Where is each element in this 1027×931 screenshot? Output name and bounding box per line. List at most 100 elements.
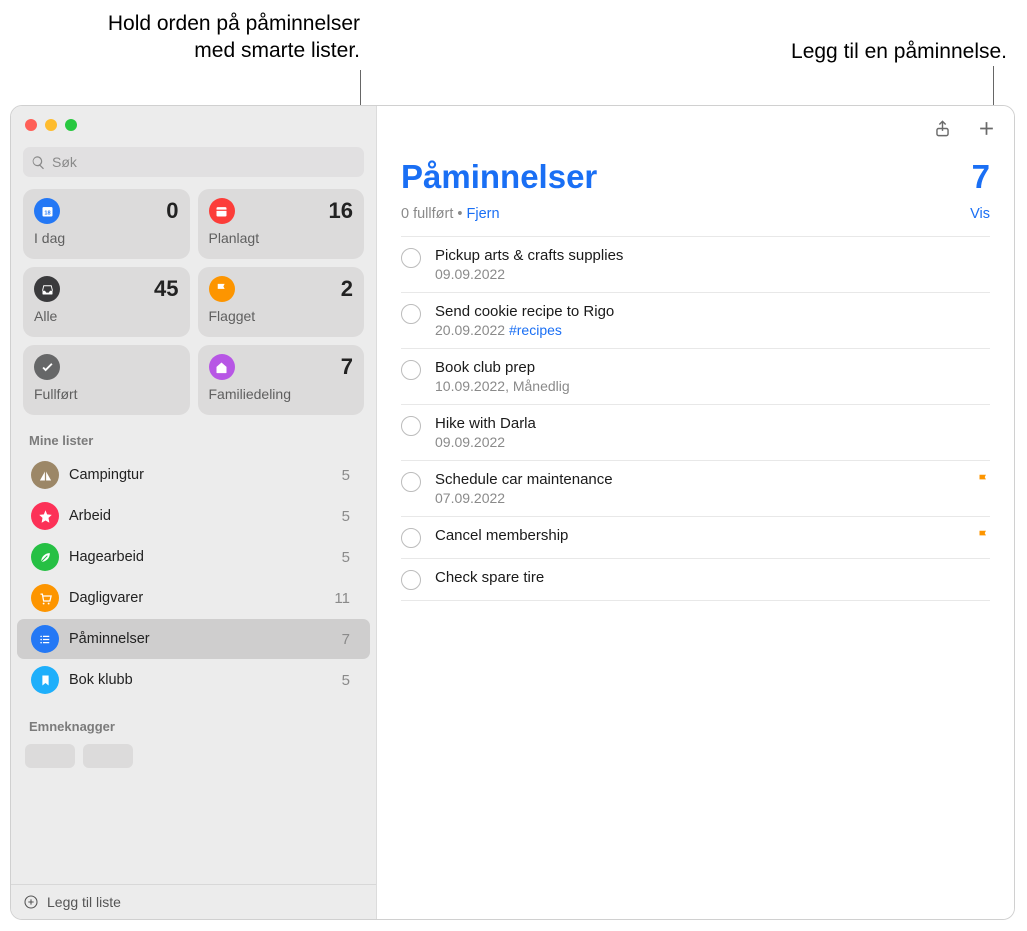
app-window: Søk 18 0 I dag 16 Planlagt 45Alle2Flagget Full…: [10, 105, 1015, 920]
section-tags: Emneknagger: [11, 701, 376, 740]
fullscreen-button[interactable]: [65, 119, 77, 131]
smart-card-fullført[interactable]: Fullført: [23, 345, 190, 415]
calendar-icon: [209, 198, 235, 224]
reminder-meta: 07.09.2022: [435, 490, 962, 506]
smart-count: 16: [329, 198, 353, 224]
sidebar-list-hagearbeid[interactable]: Hagearbeid5: [17, 537, 370, 577]
smart-count: 2: [341, 276, 353, 302]
share-icon: [933, 119, 952, 138]
toolbar: [377, 106, 1014, 144]
reminder-tag[interactable]: #recipes: [509, 322, 562, 338]
reminder-title: Hike with Darla: [435, 415, 990, 432]
reminder-title: Book club prep: [435, 359, 990, 376]
smart-label: I dag: [34, 230, 179, 246]
smart-card-i-dag[interactable]: 18 0 I dag: [23, 189, 190, 259]
smart-lists-grid: 18 0 I dag 16 Planlagt 45Alle2Flagget Fullført…: [11, 189, 376, 415]
flag-icon: [209, 276, 235, 302]
sidebar: Søk 18 0 I dag 16 Planlagt 45Alle2Flagget Full…: [11, 106, 377, 919]
add-list-label: Legg til liste: [47, 894, 121, 910]
search-input[interactable]: Søk: [23, 147, 364, 177]
callout-add-reminder: Legg til en påminnelse.: [791, 38, 1007, 65]
svg-text:18: 18: [44, 210, 50, 216]
reminder-title: Pickup arts & crafts supplies: [435, 247, 990, 264]
reminder-row[interactable]: Check spare tire: [401, 559, 990, 601]
flag-icon: [976, 471, 990, 491]
reminder-row[interactable]: Send cookie recipe to Rigo 20.09.2022 #re…: [401, 293, 990, 349]
close-button[interactable]: [25, 119, 37, 131]
complete-toggle[interactable]: [401, 416, 421, 436]
my-lists: Campingtur5Arbeid5Hagearbeid5Dagligvarer…: [11, 454, 376, 701]
plus-icon: [977, 119, 996, 138]
sidebar-list-bok-klubb[interactable]: Bok klubb5: [17, 660, 370, 700]
list-header: Påminnelser 7: [377, 144, 1014, 200]
reminder-row[interactable]: Book club prep 10.09.2022, Månedlig: [401, 349, 990, 405]
complete-toggle[interactable]: [401, 304, 421, 324]
window-controls: [11, 106, 376, 141]
tags-row: [11, 740, 376, 768]
list-name: Campingtur: [69, 467, 342, 483]
smart-label: Familiedeling: [209, 386, 354, 402]
reminder-meta: 10.09.2022, Månedlig: [435, 378, 990, 394]
complete-toggle[interactable]: [401, 248, 421, 268]
list-name: Hagearbeid: [69, 549, 342, 565]
complete-toggle[interactable]: [401, 570, 421, 590]
list-count: 7: [342, 631, 350, 648]
list-name: Dagligvarer: [69, 590, 334, 606]
sidebar-list-påminnelser[interactable]: Påminnelser7: [17, 619, 370, 659]
reminder-row[interactable]: Hike with Darla 09.09.2022: [401, 405, 990, 461]
plus-circle-icon: [23, 894, 39, 910]
callout-smart-lists: Hold orden på påminnelser med smarte lis…: [80, 10, 360, 65]
clear-completed-button[interactable]: Fjern: [467, 206, 500, 222]
tent-icon: [31, 461, 59, 489]
complete-toggle[interactable]: [401, 528, 421, 548]
smart-label: Planlagt: [209, 230, 354, 246]
today-icon: 18: [34, 198, 60, 224]
list-icon: [31, 625, 59, 653]
sidebar-list-dagligvarer[interactable]: Dagligvarer11: [17, 578, 370, 618]
list-count: 5: [342, 672, 350, 689]
reminder-title: Check spare tire: [435, 569, 990, 586]
smart-card-flagget[interactable]: 2Flagget: [198, 267, 365, 337]
smart-count: 0: [166, 198, 178, 224]
home-icon: [209, 354, 235, 380]
star-icon: [31, 502, 59, 530]
sidebar-list-arbeid[interactable]: Arbeid5: [17, 496, 370, 536]
list-count: 5: [342, 508, 350, 525]
list-name: Påminnelser: [69, 631, 342, 647]
search-icon: [31, 155, 46, 170]
list-title: Påminnelser: [401, 158, 597, 196]
smart-count: 7: [341, 354, 353, 380]
search-placeholder: Søk: [52, 154, 77, 170]
tag-chip[interactable]: [25, 744, 75, 768]
reminder-row[interactable]: Pickup arts & crafts supplies 09.09.2022: [401, 236, 990, 293]
minimize-button[interactable]: [45, 119, 57, 131]
reminder-title: Schedule car maintenance: [435, 471, 962, 488]
smart-card-alle[interactable]: 45Alle: [23, 267, 190, 337]
reminder-meta: 09.09.2022: [435, 434, 990, 450]
list-name: Arbeid: [69, 508, 342, 524]
complete-toggle[interactable]: [401, 360, 421, 380]
reminder-row[interactable]: Cancel membership: [401, 517, 990, 559]
smart-card-planlagt[interactable]: 16 Planlagt: [198, 189, 365, 259]
sidebar-list-campingtur[interactable]: Campingtur5: [17, 455, 370, 495]
reminder-meta: 20.09.2022 #recipes: [435, 322, 990, 338]
share-button[interactable]: [930, 116, 954, 140]
flag-icon: [976, 527, 990, 547]
section-my-lists: Mine lister: [11, 415, 376, 454]
add-reminder-button[interactable]: [974, 116, 998, 140]
reminder-row[interactable]: Schedule car maintenance 07.09.2022: [401, 461, 990, 517]
add-list-button[interactable]: Legg til liste: [11, 884, 376, 919]
reminders-list: Pickup arts & crafts supplies 09.09.2022 S…: [377, 236, 1014, 601]
list-count: 11: [334, 590, 350, 607]
cart-icon: [31, 584, 59, 612]
smart-label: Fullført: [34, 386, 179, 402]
reminder-meta: 09.09.2022: [435, 266, 990, 282]
smart-card-familiedeling[interactable]: 7 Familiedeling: [198, 345, 365, 415]
reminder-title: Send cookie recipe to Rigo: [435, 303, 990, 320]
tag-chip[interactable]: [83, 744, 133, 768]
main-panel: Påminnelser 7 0 fullført • Fjern Vis Pic…: [377, 106, 1014, 919]
completed-row: 0 fullført • Fjern Vis: [377, 200, 1014, 236]
complete-toggle[interactable]: [401, 472, 421, 492]
smart-label: Alle: [34, 308, 179, 324]
show-completed-button[interactable]: Vis: [970, 206, 990, 222]
